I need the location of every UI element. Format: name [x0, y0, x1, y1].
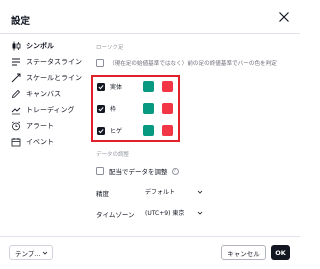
sidebar-item-canvas[interactable]: キャンバス	[0, 86, 88, 102]
sidebar-item-symbol[interactable]: シンボル	[0, 38, 88, 54]
template-label: テンプ...	[15, 249, 41, 258]
cancel-button[interactable]: キャンセル	[221, 245, 266, 260]
color-bars-checkbox[interactable]	[96, 59, 104, 67]
sidebar-item-scales[interactable]: スケールとライン	[0, 70, 88, 86]
scales-icon	[11, 73, 21, 83]
sidebar-item-alerts[interactable]: アラート	[0, 118, 88, 134]
adjust-dividends-option[interactable]: 配当でデータを調整 ?	[96, 166, 179, 176]
template-dropdown-button[interactable]: テンプ...	[9, 245, 53, 260]
timezone-select[interactable]: (UTC+9) 東京	[145, 207, 207, 218]
sidebar-item-status-line[interactable]: ステータスライン	[0, 54, 88, 70]
chevron-down-icon	[197, 190, 203, 194]
status-line-icon	[11, 57, 21, 67]
alarm-clock-icon	[11, 121, 21, 131]
ok-button[interactable]: OK	[271, 245, 290, 260]
header-divider	[0, 33, 300, 34]
highlight-box	[91, 75, 180, 142]
sidebar-item-label: スケールとライン	[26, 74, 82, 82]
footer-divider	[0, 236, 300, 237]
adjust-dividends-label: 配当でデータを調整	[109, 168, 168, 176]
color-bars-on-previous-close-option[interactable]: （現在足の始値基準ではなく）前の足の終値基準でバーの色を判定	[96, 59, 277, 67]
sidebar-item-label: ステータスライン	[26, 58, 82, 66]
sidebar-item-label: トレーディング	[26, 106, 75, 114]
candles-section-label: ローソク足	[96, 45, 124, 51]
close-icon[interactable]	[278, 11, 290, 23]
sidebar-item-label: キャンバス	[26, 90, 61, 98]
sidebar-item-events[interactable]: イベント	[0, 134, 88, 150]
precision-label: 精度	[96, 190, 109, 198]
adjust-dividends-checkbox[interactable]	[96, 167, 104, 175]
trading-icon	[11, 105, 21, 115]
sidebar-item-label: イベント	[26, 138, 54, 146]
color-bars-label: （現在足の始値基準ではなく）前の足の終値基準でバーの色を判定	[109, 61, 277, 67]
dialog-title: 設定	[11, 16, 31, 27]
sidebar-item-trading[interactable]: トレーディング	[0, 102, 88, 118]
pen-icon	[11, 89, 21, 99]
data-section-label: データの調整	[96, 152, 130, 158]
info-icon[interactable]: ?	[171, 167, 179, 175]
precision-select[interactable]: デフォルト	[145, 186, 207, 197]
candles-icon	[11, 41, 21, 51]
chevron-down-icon	[197, 211, 203, 215]
calendar-icon	[11, 137, 21, 147]
sidebar-item-label: シンボル	[26, 42, 54, 50]
precision-value: デフォルト	[145, 189, 176, 196]
chevron-down-icon	[42, 251, 48, 255]
timezone-label: タイムゾーン	[96, 211, 135, 219]
timezone-value: (UTC+9) 東京	[145, 210, 185, 217]
sidebar-item-label: アラート	[26, 122, 54, 130]
settings-dialog: 設定 シンボル ステータスライン スケールとライン キャンバス トレーディング …	[0, 0, 300, 269]
